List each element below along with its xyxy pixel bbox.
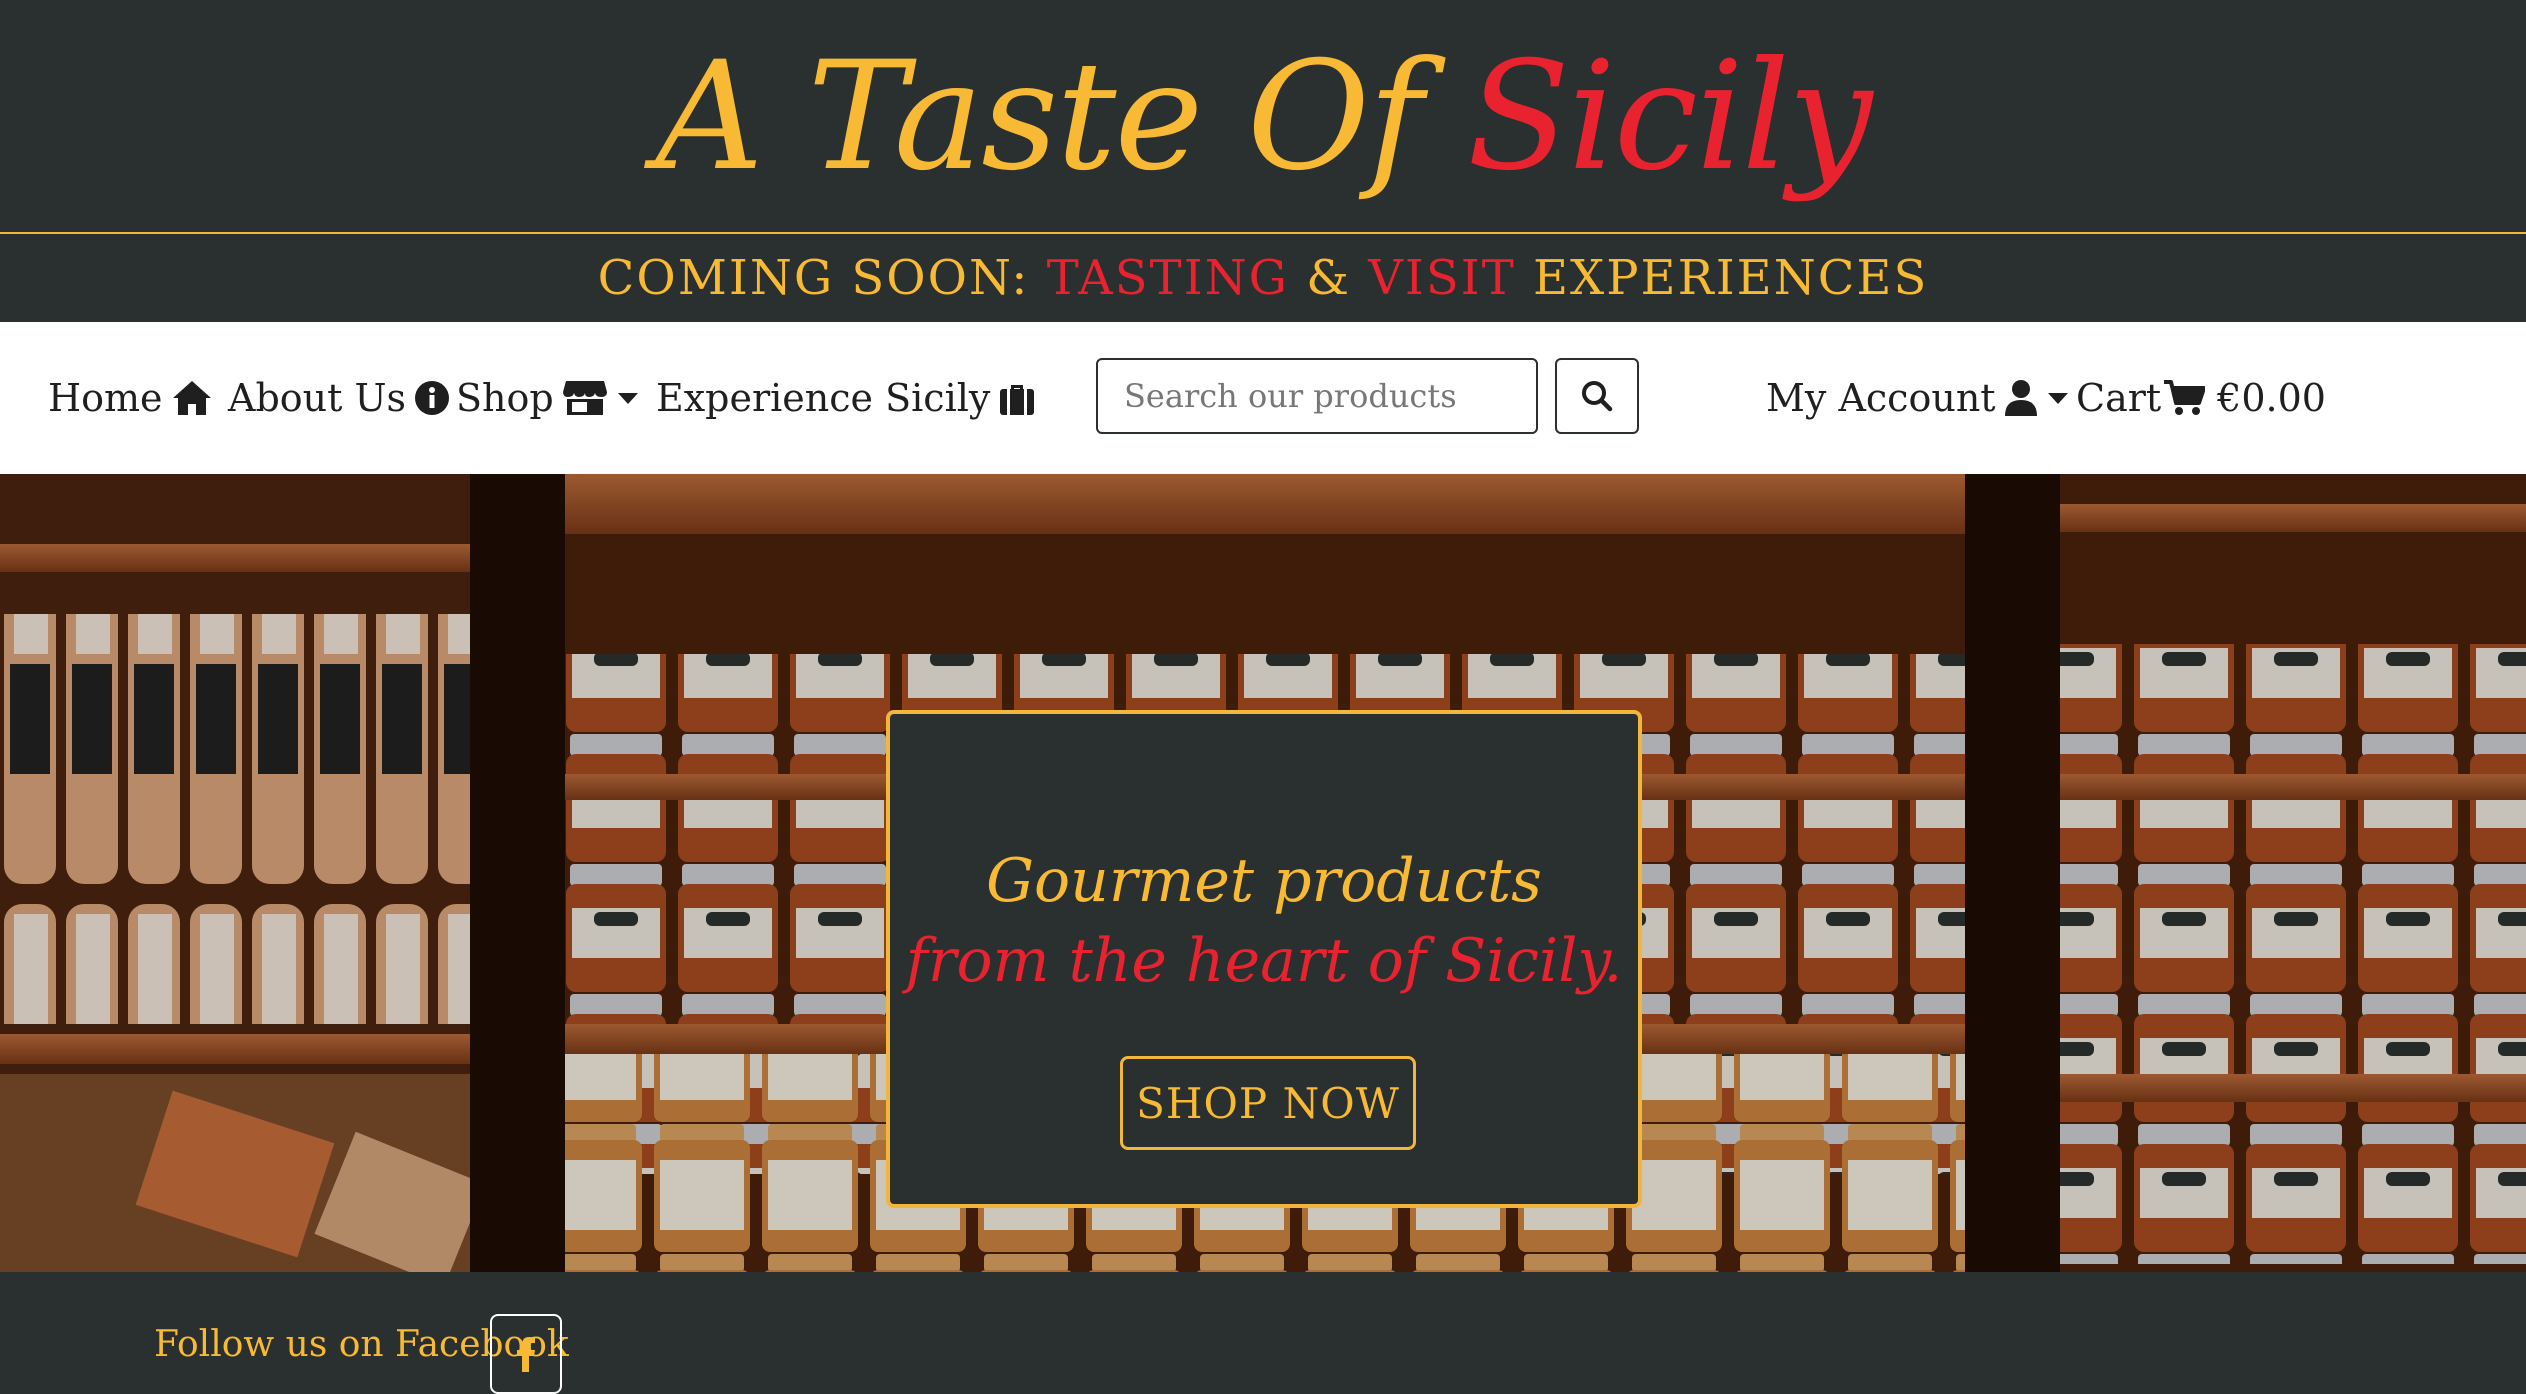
hero-tagline-line2: from the heart of Sicily. — [905, 926, 1623, 996]
site-footer: Follow us on Facebook — [0, 1272, 2526, 1394]
site-header: A Taste Of Sicily COMING SOON: TASTING &… — [0, 0, 2526, 322]
logo-text-part2: Sicily — [1467, 30, 1872, 204]
nav-cart-label: Cart — [2076, 376, 2162, 420]
home-icon — [172, 381, 211, 415]
cart-total: €0.00 — [2217, 376, 2326, 420]
nav-account-label: My Account — [1766, 376, 1996, 420]
nav-home[interactable]: Home — [48, 322, 213, 474]
nav-shop-dropdown[interactable]: Shop — [456, 322, 638, 474]
brand-bar: A Taste Of Sicily — [0, 0, 2526, 234]
nav-experience[interactable]: Experience Sicily — [656, 322, 1036, 474]
nav-cart[interactable]: Cart €0.00 — [2076, 322, 2326, 474]
suitcase-icon — [1000, 385, 1035, 415]
facebook-icon — [517, 1337, 535, 1372]
banner-visit: VISIT — [1368, 250, 1516, 306]
cart-icon — [2164, 380, 2206, 415]
search-icon — [1582, 381, 1613, 412]
banner-tasting: TASTING — [1046, 250, 1289, 306]
search-input[interactable] — [1096, 358, 1538, 434]
nav-account-dropdown[interactable]: My Account — [1766, 322, 2068, 474]
nav-about[interactable]: About Us — [228, 322, 450, 474]
main-navbar: Home About Us Shop Experience Sicily My … — [0, 322, 2526, 474]
logo-text-part1: A Taste Of — [655, 30, 1423, 204]
shop-now-button[interactable]: SHOP NOW — [1120, 1056, 1416, 1150]
nav-home-label: Home — [48, 376, 163, 420]
banner-experiences: EXPERIENCES — [1533, 250, 1929, 306]
hero-section: Gourmet products from the heart of Sicil… — [0, 474, 2526, 1272]
site-logo[interactable]: A Taste Of Sicily — [0, 32, 2526, 202]
nav-about-label: About Us — [228, 376, 406, 420]
user-icon — [2004, 380, 2037, 416]
nav-shop-label: Shop — [456, 376, 554, 420]
banner-amp: & — [1306, 250, 1351, 306]
info-icon — [415, 381, 449, 415]
coming-soon-banner: COMING SOON: TASTING & VISIT EXPERIENCES — [0, 234, 2526, 322]
chevron-down-icon — [2047, 392, 2068, 404]
facebook-button[interactable] — [490, 1314, 562, 1394]
banner-prefix: COMING SOON: — [597, 250, 1030, 306]
hero-callout: Gourmet products from the heart of Sicil… — [886, 710, 1642, 1208]
search-button[interactable] — [1555, 358, 1639, 434]
chevron-down-icon — [617, 392, 638, 404]
hero-tagline-line1: Gourmet products — [986, 846, 1542, 916]
store-icon — [562, 381, 607, 415]
nav-experience-label: Experience Sicily — [656, 376, 991, 420]
